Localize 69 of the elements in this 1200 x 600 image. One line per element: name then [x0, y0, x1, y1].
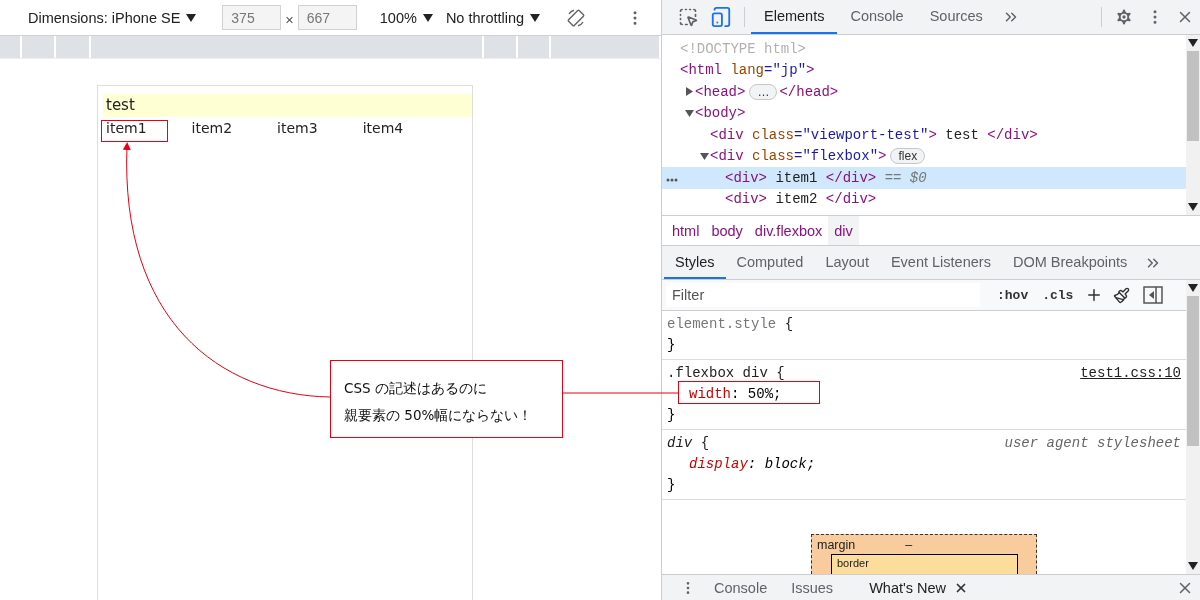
annotation-text: 親要素の 50%幅にならない！ [344, 406, 534, 425]
dom-code[interactable]: <div class="flexbox"> [710, 148, 887, 165]
caret-icon [186, 13, 197, 22]
caret-icon [530, 13, 541, 22]
scrollbar[interactable] [1186, 280, 1200, 574]
drawer-tab[interactable]: What's New [857, 575, 981, 600]
triangle-icon[interactable] [685, 87, 694, 97]
css-declaration[interactable]: width: 50%; [667, 384, 782, 405]
width-field[interactable]: 375 [222, 5, 282, 30]
annotation-text: CSS の記述はあるのに [344, 379, 488, 398]
cls-toggle[interactable]: .cls [1037, 287, 1079, 303]
breadcrumb[interactable]: div [828, 216, 859, 245]
breadcrumb[interactable]: div.flexbox [748, 216, 829, 245]
breadcrumb[interactable]: html [666, 216, 706, 245]
closing-brace: } [667, 336, 676, 355]
selected-row[interactable]: <div> item1 </div> == $0 [662, 167, 1186, 189]
css-selector: element.style { [667, 315, 794, 334]
zoom-dropdown[interactable]: 100% [379, 9, 433, 26]
rotate-icon[interactable] [566, 7, 587, 28]
caret-icon [1188, 39, 1198, 47]
dom-code[interactable]: <head> [695, 83, 746, 100]
drawer-tab[interactable]: Issues [779, 575, 846, 600]
panel-tab[interactable]: Elements [751, 0, 838, 34]
dom-code[interactable]: <body> [695, 105, 746, 122]
border-label: border [837, 557, 869, 569]
dom-code[interactable]: <div> item2 </div> [725, 191, 877, 208]
flex-item: item4 [362, 120, 404, 136]
caret-icon [422, 13, 433, 22]
dom-code: <div> item1 </div> == $0 [725, 169, 927, 186]
device-dropdown[interactable]: Dimensions: iPhone SE [28, 9, 197, 26]
breadcrumb[interactable]: body [705, 216, 749, 245]
sidebar-toggle-icon[interactable] [1143, 286, 1164, 304]
css-selector: .flexbox div { [667, 364, 785, 383]
css-declaration[interactable]: display: block; [667, 454, 816, 475]
closing-brace: } [667, 406, 676, 425]
sidebar-tab[interactable]: Event Listeners [879, 246, 1002, 279]
dom-code[interactable]: </head> [779, 83, 839, 100]
node-badge[interactable]: … [749, 83, 778, 100]
throttling-dropdown[interactable]: No throttling [445, 9, 541, 26]
source-link[interactable]: test1.css:10 [1080, 363, 1181, 384]
margin-value: – [905, 538, 913, 554]
sidebar-tab[interactable]: Computed [725, 246, 815, 279]
margin-label: margin [817, 538, 856, 554]
source-label: user agent stylesheet [1004, 434, 1181, 453]
hov-toggle[interactable]: :hov [992, 287, 1034, 303]
flex-item: item3 [277, 120, 318, 136]
triangle-icon[interactable] [700, 151, 709, 161]
caret-icon [1188, 203, 1198, 211]
dom-code[interactable]: <div class="viewport-test"> test </div> [710, 126, 1038, 143]
node-badge[interactable]: flex [890, 148, 926, 165]
sidebar-tab[interactable]: DOM Breakpoints [1001, 246, 1139, 279]
drawer-tab[interactable]: Console [702, 575, 780, 600]
panel-tab[interactable]: Console [837, 0, 917, 34]
css-selector: div { [667, 434, 710, 453]
dom-code[interactable]: <html lang="jp"> [680, 62, 815, 79]
triangle-icon[interactable] [685, 108, 694, 118]
viewport-test-text: test [103, 94, 472, 117]
times-sign: × [285, 11, 294, 28]
closing-brace: } [667, 476, 676, 495]
panel-tab[interactable]: Sources [916, 0, 996, 34]
caret-icon [1188, 562, 1198, 570]
height-field[interactable]: 667 [297, 5, 357, 30]
sidebar-tab[interactable]: Layout [814, 246, 880, 279]
highlight-frame [101, 120, 168, 142]
caret-icon [1188, 284, 1198, 292]
flex-item: item1 [106, 120, 147, 136]
flex-item: item2 [191, 120, 233, 136]
filter-field[interactable]: Filter [666, 283, 980, 307]
scrollbar[interactable] [1186, 35, 1200, 215]
